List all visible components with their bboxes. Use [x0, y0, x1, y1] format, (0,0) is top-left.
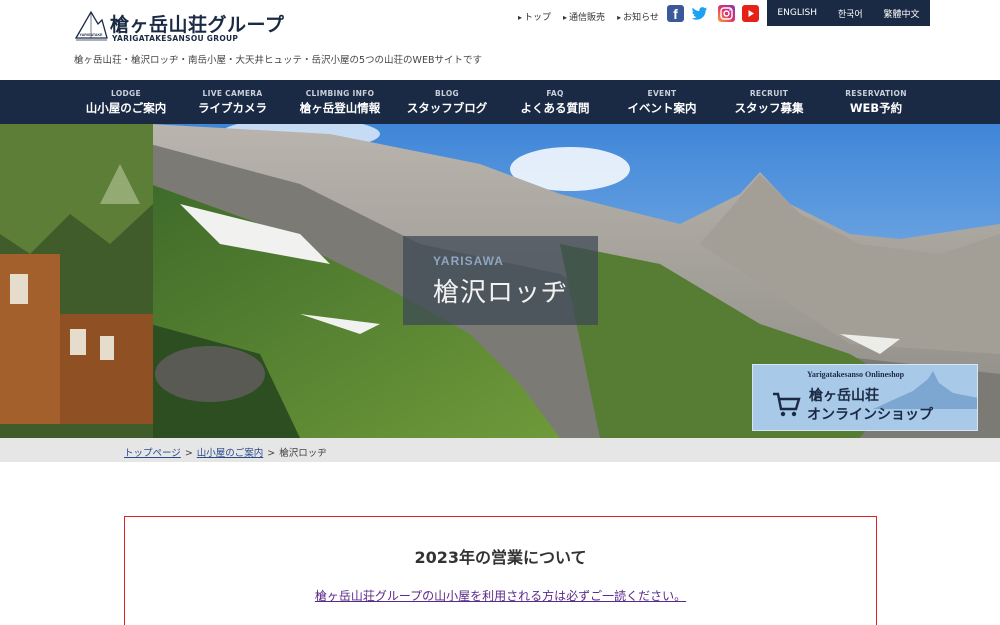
nav-en-label: LIVE CAMERA	[202, 89, 263, 98]
logo-subtext: YARIGATAKESANSOU GROUP	[112, 34, 239, 43]
notice-title: 2023年の営業について	[414, 548, 587, 567]
hero-banner: YARISAWA 槍沢ロッヂ Yarigatakesanso Onlinesho…	[0, 124, 1000, 438]
youtube-icon[interactable]	[742, 5, 759, 22]
breadcrumb-lodges[interactable]: 山小屋のご案内	[197, 448, 264, 459]
nav-recruit[interactable]: RECRUIT スタッフ募集	[719, 80, 819, 124]
nav-climbing-info[interactable]: CLIMBING INFO 槍ヶ岳登山情報	[290, 80, 390, 124]
lang-chinese-traditional[interactable]: 繁體中文	[884, 7, 920, 20]
nav-en-label: EVENT	[647, 89, 677, 98]
breadcrumb: トップページ > 山小屋のご案内 > 槍沢ロッヂ	[0, 438, 1000, 462]
shop-banner-en: Yarigatakesanso Onlineshop	[807, 370, 905, 379]
nav-reservation[interactable]: RESERVATION WEB予約	[826, 80, 926, 124]
hero-title-jp: 槍沢ロッヂ	[433, 278, 569, 308]
nav-en-label: RESERVATION	[845, 89, 907, 98]
nav-jp-label: WEB予約	[849, 101, 903, 115]
logo-mark-text: YARIGATAKE	[80, 33, 103, 37]
breadcrumb-top[interactable]: トップページ	[124, 448, 181, 459]
nav-jp-label: 槍ヶ岳登山情報	[299, 101, 381, 115]
toplink-shop[interactable]: 通信販売	[563, 10, 605, 23]
nav-live-camera[interactable]: LIVE CAMERA ライブカメラ	[185, 80, 280, 124]
operation-notice: 2023年の営業について 槍ヶ岳山荘グループの山小屋を利用される方は必ずご一読く…	[124, 516, 877, 625]
nav-jp-label: イベント案内	[627, 101, 697, 115]
breadcrumb-current: 槍沢ロッヂ	[279, 448, 327, 459]
nav-blog[interactable]: BLOG スタッフブログ	[397, 80, 497, 124]
site-header: YARIGATAKE 槍ヶ岳山荘グループ YARIGATAKESANSOU GR…	[0, 0, 1000, 80]
online-shop-banner[interactable]: Yarigatakesanso Onlineshop 槍ヶ岳山荘 オンラインショ…	[752, 364, 978, 431]
breadcrumb-separator: >	[267, 448, 276, 459]
nav-en-label: CLIMBING INFO	[305, 89, 375, 98]
nav-jp-label: ライブカメラ	[198, 101, 267, 115]
lang-korean[interactable]: 한국어	[838, 7, 863, 20]
toplink-news[interactable]: お知らせ	[617, 10, 659, 23]
breadcrumb-separator: >	[184, 448, 193, 459]
top-links: トップ 通信販売 お知らせ	[518, 8, 659, 24]
shopping-cart-icon	[773, 392, 801, 417]
nav-en-label: BLOG	[435, 89, 459, 98]
site-logo[interactable]: YARIGATAKE 槍ヶ岳山荘グループ YARIGATAKESANSOU GR…	[74, 8, 284, 44]
shop-banner-line2: オンラインショップ	[807, 407, 933, 423]
logo-text: 槍ヶ岳山荘グループ	[110, 14, 285, 36]
shop-banner-line1: 槍ヶ岳山荘	[809, 388, 879, 404]
facebook-icon[interactable]: f	[667, 5, 684, 22]
nav-jp-label: スタッフブログ	[406, 101, 488, 115]
nav-jp-label: スタッフ募集	[734, 101, 804, 115]
nav-en-label: RECRUIT	[749, 89, 789, 98]
instagram-icon[interactable]	[718, 5, 735, 22]
nav-jp-label: 山小屋のご案内	[85, 101, 167, 115]
nav-jp-label: よくある質問	[520, 101, 590, 115]
twitter-icon[interactable]	[691, 5, 708, 22]
nav-event[interactable]: EVENT イベント案内	[612, 80, 712, 124]
toplink-top[interactable]: トップ	[518, 10, 551, 23]
nav-en-label: FAQ	[546, 89, 564, 98]
notice-link[interactable]: 槍ヶ岳山荘グループの山小屋を利用される方は必ずご一読ください。	[125, 587, 876, 604]
mountain-logo-icon: YARIGATAKE	[74, 10, 108, 41]
nav-faq[interactable]: FAQ よくある質問	[505, 80, 605, 124]
language-bar: ENGLISH 한국어 繁體中文	[767, 0, 930, 26]
nav-en-label: LODGE	[111, 89, 141, 98]
site-tagline: 槍ヶ岳山荘・槍沢ロッヂ・南岳小屋・大天井ヒュッテ・岳沢小屋の5つの山荘のWEBサ…	[74, 55, 482, 66]
hero-title-en: YARISAWA	[433, 254, 504, 268]
hero-lodge-title: YARISAWA 槍沢ロッヂ	[403, 236, 598, 325]
lang-english[interactable]: ENGLISH	[777, 8, 817, 18]
nav-lodge[interactable]: LODGE 山小屋のご案内	[76, 80, 176, 124]
main-nav: LODGE 山小屋のご案内 LIVE CAMERA ライブカメラ CLIMBIN…	[0, 80, 1000, 124]
